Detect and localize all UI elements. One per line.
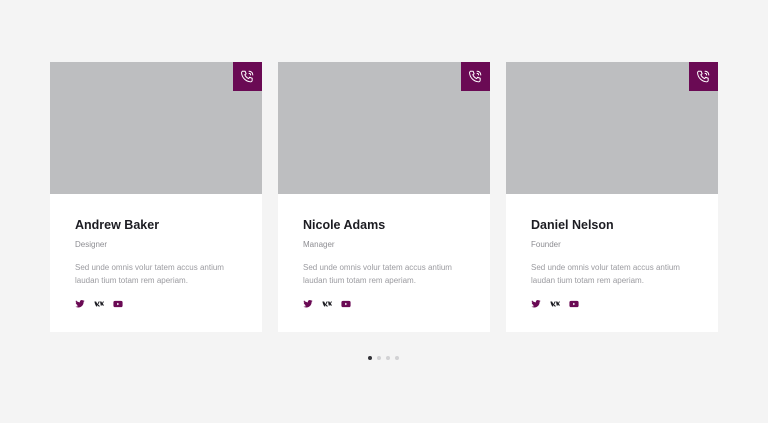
card-body: Andrew Baker Designer Sed unde omnis vol… xyxy=(50,194,262,309)
pagination-dot-3[interactable] xyxy=(386,356,390,360)
member-photo xyxy=(506,62,718,194)
call-button[interactable] xyxy=(233,62,262,91)
pagination-dot-4[interactable] xyxy=(395,356,399,360)
team-card: Nicole Adams Manager Sed unde omnis volu… xyxy=(278,62,490,332)
phone-icon xyxy=(468,69,483,84)
twitter-link[interactable] xyxy=(75,299,85,309)
twitter-icon xyxy=(303,299,313,309)
social-links xyxy=(531,299,693,309)
team-carousel: Andrew Baker Designer Sed unde omnis vol… xyxy=(50,62,718,332)
twitter-icon xyxy=(531,299,541,309)
vk-icon xyxy=(94,299,104,309)
member-description: Sed unde omnis volur tatem accus antium … xyxy=(75,262,240,287)
phone-icon xyxy=(240,69,255,84)
pagination-dot-2[interactable] xyxy=(377,356,381,360)
youtube-icon xyxy=(341,299,351,309)
member-description: Sed unde omnis volur tatem accus antium … xyxy=(531,262,696,287)
member-role: Designer xyxy=(75,240,237,250)
team-card: Daniel Nelson Founder Sed unde omnis vol… xyxy=(506,62,718,332)
member-name: Nicole Adams xyxy=(303,217,465,233)
vk-icon xyxy=(550,299,560,309)
youtube-link[interactable] xyxy=(113,299,123,309)
card-body: Daniel Nelson Founder Sed unde omnis vol… xyxy=(506,194,718,309)
member-photo xyxy=(50,62,262,194)
social-links xyxy=(75,299,237,309)
member-role: Founder xyxy=(531,240,693,250)
vk-link[interactable] xyxy=(322,299,332,309)
member-name: Andrew Baker xyxy=(75,217,237,233)
youtube-icon xyxy=(113,299,123,309)
social-links xyxy=(303,299,465,309)
pagination-dot-1[interactable] xyxy=(368,356,372,360)
team-card: Andrew Baker Designer Sed unde omnis vol… xyxy=(50,62,262,332)
member-name: Daniel Nelson xyxy=(531,217,693,233)
member-description: Sed unde omnis volur tatem accus antium … xyxy=(303,262,468,287)
youtube-link[interactable] xyxy=(569,299,579,309)
twitter-link[interactable] xyxy=(303,299,313,309)
vk-link[interactable] xyxy=(94,299,104,309)
call-button[interactable] xyxy=(461,62,490,91)
twitter-icon xyxy=(75,299,85,309)
youtube-icon xyxy=(569,299,579,309)
vk-icon xyxy=(322,299,332,309)
member-photo xyxy=(278,62,490,194)
twitter-link[interactable] xyxy=(531,299,541,309)
carousel-pagination xyxy=(368,356,399,360)
vk-link[interactable] xyxy=(550,299,560,309)
team-section: Andrew Baker Designer Sed unde omnis vol… xyxy=(0,0,768,423)
member-role: Manager xyxy=(303,240,465,250)
call-button[interactable] xyxy=(689,62,718,91)
youtube-link[interactable] xyxy=(341,299,351,309)
phone-icon xyxy=(696,69,711,84)
card-body: Nicole Adams Manager Sed unde omnis volu… xyxy=(278,194,490,309)
